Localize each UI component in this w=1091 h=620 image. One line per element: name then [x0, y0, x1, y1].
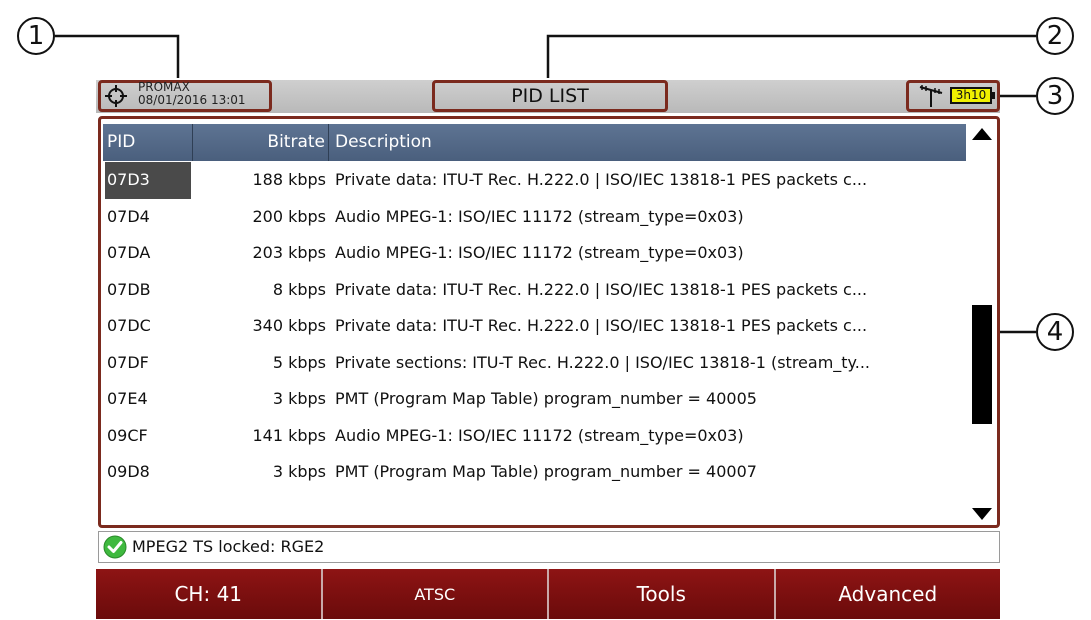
scrollbar-thumb[interactable] — [972, 305, 992, 424]
description-cell: Audio MPEG-1: ISO/IEC 11172 (stream_type… — [335, 425, 744, 445]
table-row[interactable]: 07D3 188 kbps Private data: ITU-T Rec. H… — [103, 162, 966, 199]
table-row[interactable]: 07DF 5 kbps Private sections: ITU-T Rec.… — [103, 345, 966, 382]
column-header-pid[interactable]: PID — [103, 124, 193, 161]
bitrate-cell: 5 kbps — [272, 352, 326, 372]
softkey-bar: CH: 41 ATSC Tools Advanced — [96, 569, 1000, 619]
table-row[interactable]: 07DC 340 kbps Private data: ITU-T Rec. H… — [103, 308, 966, 345]
table-row[interactable]: 07E4 3 kbps PMT (Program Map Table) prog… — [103, 381, 966, 418]
battery-icon: 3h10 — [950, 87, 992, 104]
table-header: PID Bitrate Description — [103, 124, 966, 161]
column-header-description[interactable]: Description — [329, 124, 966, 161]
pid-table-body: 07D3 188 kbps Private data: ITU-T Rec. H… — [103, 162, 966, 491]
check-icon — [103, 535, 127, 559]
bitrate-cell: 3 kbps — [272, 389, 326, 408]
pid-cell: 09D8 — [107, 462, 150, 481]
pid-cell: 07DB — [107, 279, 151, 299]
description-cell: Private data: ITU-T Rec. H.222.0 | ISO/I… — [335, 279, 868, 299]
page-title: PID LIST — [432, 80, 668, 112]
battery-tip — [992, 92, 995, 99]
callout-2: 2 — [1036, 17, 1074, 55]
table-row[interactable]: 07DA 203 kbps Audio MPEG-1: ISO/IEC 1117… — [103, 235, 966, 272]
description-cell: Private data: ITU-T Rec. H.222.0 | ISO/I… — [335, 316, 868, 335]
callout-4: 4 — [1036, 313, 1074, 351]
antenna-icon — [919, 85, 943, 107]
pid-cell: 07D3 — [105, 162, 191, 199]
callout-3: 3 — [1036, 77, 1074, 115]
description-cell: Private sections: ITU-T Rec. H.222.0 | I… — [335, 352, 870, 372]
bitrate-cell: 200 kbps — [252, 206, 326, 226]
datetime: 08/01/2016 13:01 — [138, 93, 246, 107]
table-row[interactable]: 09CF 141 kbps Audio MPEG-1: ISO/IEC 1117… — [103, 418, 966, 455]
bitrate-cell: 141 kbps — [252, 425, 326, 445]
scroll-up-arrow-icon[interactable] — [972, 128, 992, 140]
advanced-button[interactable]: Advanced — [775, 569, 1000, 619]
pid-cell: 07D4 — [107, 206, 150, 226]
description-cell: Audio MPEG-1: ISO/IEC 11172 (stream_type… — [335, 243, 744, 262]
table-row[interactable]: 07D4 200 kbps Audio MPEG-1: ISO/IEC 1117… — [103, 199, 966, 236]
table-row[interactable]: 09D8 3 kbps PMT (Program Map Table) prog… — [103, 454, 966, 491]
tools-button[interactable]: Tools — [549, 569, 776, 619]
pid-cell: 07E4 — [107, 389, 148, 408]
bitrate-cell: 8 kbps — [272, 279, 326, 299]
bitrate-cell: 203 kbps — [252, 243, 326, 262]
description-cell: PMT (Program Map Table) program_number =… — [335, 462, 757, 481]
table-row[interactable]: 07DB 8 kbps Private data: ITU-T Rec. H.2… — [103, 272, 966, 309]
bitrate-cell: 340 kbps — [252, 316, 326, 335]
bitrate-cell: 3 kbps — [272, 462, 326, 481]
channel-button[interactable]: CH: 41 — [96, 569, 323, 619]
standard-button[interactable]: ATSC — [322, 569, 549, 619]
target-icon — [105, 85, 127, 107]
description-cell: Audio MPEG-1: ISO/IEC 11172 (stream_type… — [335, 206, 744, 226]
lock-status-text: MPEG2 TS locked: RGE2 — [132, 537, 325, 556]
pid-cell: 07DC — [107, 316, 151, 335]
bitrate-cell: 188 kbps — [252, 170, 326, 189]
callout-1: 1 — [17, 17, 55, 55]
scroll-down-arrow-icon[interactable] — [972, 508, 992, 520]
pid-cell: 07DF — [107, 352, 149, 372]
column-header-bitrate[interactable]: Bitrate — [193, 124, 329, 161]
pid-cell: 07DA — [107, 243, 151, 262]
description-cell: PMT (Program Map Table) program_number =… — [335, 389, 757, 408]
description-cell: Private data: ITU-T Rec. H.222.0 | ISO/I… — [335, 170, 868, 189]
pid-cell: 09CF — [107, 425, 148, 445]
